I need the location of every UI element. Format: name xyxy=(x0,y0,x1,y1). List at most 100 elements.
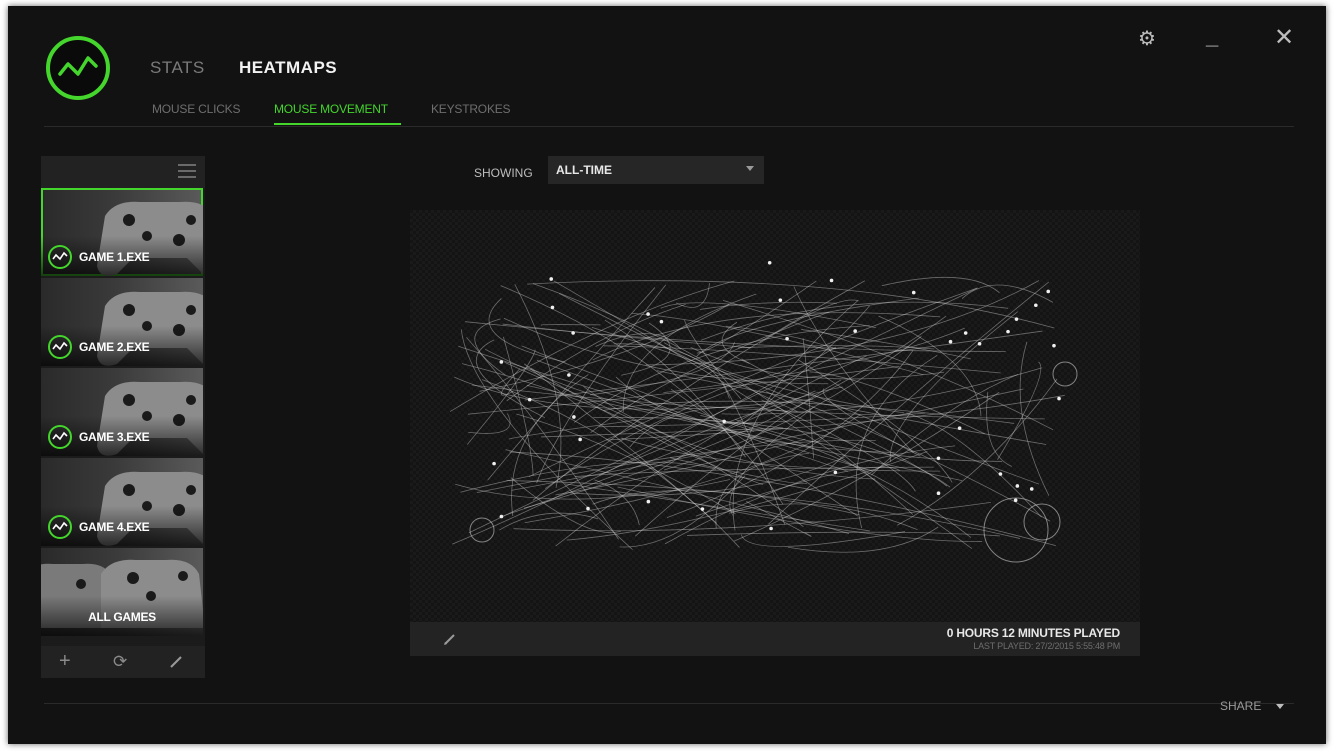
movement-dot xyxy=(659,319,664,324)
dwell-ring xyxy=(469,517,495,543)
gear-icon[interactable]: ⚙ xyxy=(1138,26,1156,51)
movement-dot xyxy=(578,437,582,442)
movement-trace xyxy=(514,284,562,489)
movement-trace xyxy=(465,321,1006,352)
game-logo-icon xyxy=(48,425,72,449)
header-divider xyxy=(44,126,1294,127)
movement-trace xyxy=(506,480,1021,539)
movement-trace xyxy=(468,413,511,434)
game-logo-icon xyxy=(48,245,72,269)
movement-dot xyxy=(499,360,504,364)
game-label: GAME 2.EXE xyxy=(79,340,150,354)
movement-dot xyxy=(936,491,941,495)
movement-trace xyxy=(541,324,601,326)
dwell-ring xyxy=(1023,503,1061,541)
game-logo-icon xyxy=(48,515,72,539)
edit-icon[interactable] xyxy=(442,631,458,647)
game-tile-1[interactable]: GAME 1.EXE xyxy=(41,188,203,276)
movement-dot xyxy=(1034,303,1038,308)
nav-heatmaps[interactable]: HEATMAPS xyxy=(239,58,337,78)
close-icon[interactable]: ✕ xyxy=(1274,23,1294,52)
game-sidebar: GAME 1.EXE GAME 2.EXE GAME 3.EXE GAME 4.… xyxy=(41,156,205,678)
tab-mouse-movement[interactable]: MOUSE MOVEMENT xyxy=(274,102,388,116)
movement-dot xyxy=(700,507,705,511)
movement-dot xyxy=(785,336,789,341)
tab-keystrokes[interactable]: KEYSTROKES xyxy=(431,102,511,116)
movement-trace xyxy=(619,475,746,548)
share-button[interactable]: SHARE xyxy=(1220,699,1261,713)
movement-dot xyxy=(549,277,554,281)
showing-label: SHOWING xyxy=(474,166,533,180)
heatmap-canvas xyxy=(449,261,1078,563)
movement-dot xyxy=(499,514,504,519)
game-tile-3[interactable]: GAME 3.EXE xyxy=(41,368,203,456)
movement-dot xyxy=(1013,498,1018,503)
movement-trace xyxy=(889,311,1018,463)
time-range-value: ALL-TIME xyxy=(556,163,612,177)
movement-dot xyxy=(769,526,773,531)
movement-trace xyxy=(505,449,850,534)
game-label: GAME 3.EXE xyxy=(79,430,150,444)
chevron-down-icon[interactable] xyxy=(1276,704,1284,709)
movement-dot xyxy=(1052,343,1056,348)
movement-dot xyxy=(963,331,968,335)
movement-trace xyxy=(732,299,859,531)
movement-trace xyxy=(664,445,956,545)
app-logo-icon xyxy=(46,36,110,100)
play-time: 0 HOURS 12 MINUTES PLAYED xyxy=(946,626,1120,640)
app-window: STATS HEATMAPS MOUSE CLICKS MOUSE MOVEME… xyxy=(8,6,1326,744)
movement-dot xyxy=(527,397,532,402)
active-tab-indicator xyxy=(274,123,401,125)
menu-icon[interactable] xyxy=(178,164,196,178)
time-range-select[interactable]: ALL-TIME xyxy=(548,156,764,184)
nav-stats[interactable]: STATS xyxy=(150,58,205,78)
movement-trace xyxy=(474,318,506,376)
movement-dot xyxy=(767,261,772,265)
movement-dot xyxy=(646,499,651,504)
movement-dot xyxy=(567,373,571,377)
movement-dot xyxy=(853,329,857,333)
sidebar-header xyxy=(41,156,205,188)
last-played: LAST PLAYED: 27/2/2015 5:55:48 PM xyxy=(973,641,1120,651)
movement-dot xyxy=(1029,487,1034,491)
movement-dot xyxy=(722,419,726,424)
heatmap-footer: 0 HOURS 12 MINUTES PLAYED LAST PLAYED: 2… xyxy=(410,622,1140,656)
movement-dot xyxy=(977,341,982,346)
movement-trace xyxy=(687,531,1000,537)
movement-trace xyxy=(997,361,1042,460)
movement-dot xyxy=(948,339,953,344)
chevron-down-icon xyxy=(746,166,754,171)
movement-dot xyxy=(1015,484,1020,488)
movement-dot xyxy=(936,456,941,461)
footer-divider xyxy=(44,703,1294,704)
tab-mouse-clicks[interactable]: MOUSE CLICKS xyxy=(152,102,240,116)
movement-dot xyxy=(492,461,496,466)
mouse-movement-heatmap xyxy=(410,210,1140,622)
movement-trace xyxy=(555,438,806,496)
edit-icon[interactable] xyxy=(169,655,183,669)
movement-dot xyxy=(998,472,1003,476)
movement-dot xyxy=(646,312,650,316)
movement-trace xyxy=(961,284,1054,303)
game-tile-2[interactable]: GAME 2.EXE xyxy=(41,278,203,366)
sidebar-footer: + ⟳ xyxy=(41,646,205,678)
movement-dot xyxy=(833,470,838,475)
game-tile-4[interactable]: GAME 4.EXE xyxy=(41,458,203,546)
movement-dot xyxy=(572,415,576,419)
plus-icon[interactable]: + xyxy=(59,650,71,673)
game-logo-icon xyxy=(48,335,72,359)
movement-dot xyxy=(1057,396,1061,401)
movement-dot xyxy=(550,305,555,310)
game-label: GAME 4.EXE xyxy=(79,520,150,534)
movement-trace xyxy=(499,512,599,531)
movement-dot xyxy=(1046,289,1051,294)
movement-dot xyxy=(1014,317,1019,321)
all-games-tile[interactable]: ALL GAMES xyxy=(41,548,203,636)
game-label: GAME 1.EXE xyxy=(79,250,150,264)
movement-trace xyxy=(629,406,788,448)
movement-dot xyxy=(911,290,916,295)
refresh-icon[interactable]: ⟳ xyxy=(113,652,127,672)
movement-dot xyxy=(571,331,575,335)
movement-dot xyxy=(957,426,962,430)
minimize-icon[interactable]: _ xyxy=(1206,24,1218,50)
